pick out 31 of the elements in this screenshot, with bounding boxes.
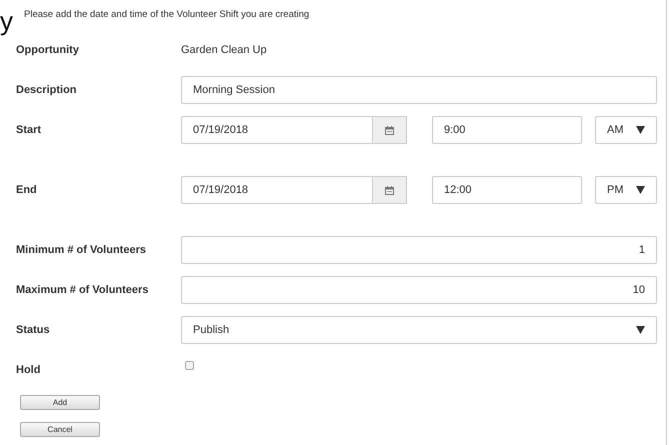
calendar-icon [385,126,394,134]
field-label: End [15,184,38,196]
form-button[interactable]: Cancel [20,422,100,437]
status-select[interactable]: Publish [181,316,657,344]
field-label: Description [15,84,78,96]
opportunity-value: Garden Clean Up [181,44,267,56]
field-label: Opportunity [15,44,80,56]
volunteer-count-field[interactable]: 10 [181,276,657,304]
calendar-button[interactable] [373,176,407,204]
am-pm-select[interactable]: PM [595,176,657,204]
intro-text: Please add the date and time of the Volunteer Shift you are creating [24,9,310,20]
am-pm-select[interactable]: AM [595,116,657,144]
dropdown-arrow-icon [636,326,645,334]
volunteer-count-field[interactable]: 1 [181,236,657,264]
field-label: Minimum # of Volunteers [15,244,147,256]
description-field[interactable]: Morning Session [181,76,657,104]
date-field[interactable]: 07/19/2018 [181,116,373,144]
dropdown-arrow-icon [636,186,645,194]
time-field[interactable]: 9:00 [432,116,582,144]
hold-checkbox[interactable] [185,361,194,370]
calendar-button[interactable] [373,116,407,144]
calendar-icon [385,186,394,194]
field-label: Status [15,324,51,336]
date-field[interactable]: 07/19/2018 [181,176,373,204]
dropdown-arrow-icon [636,126,645,134]
field-label: Maximum # of Volunteers [15,284,150,296]
heading-fragment: y [0,8,14,34]
field-label: Hold [15,363,42,376]
field-label: Start [15,124,42,136]
time-field[interactable]: 12:00 [432,176,582,204]
form-button[interactable]: Add [20,395,100,410]
